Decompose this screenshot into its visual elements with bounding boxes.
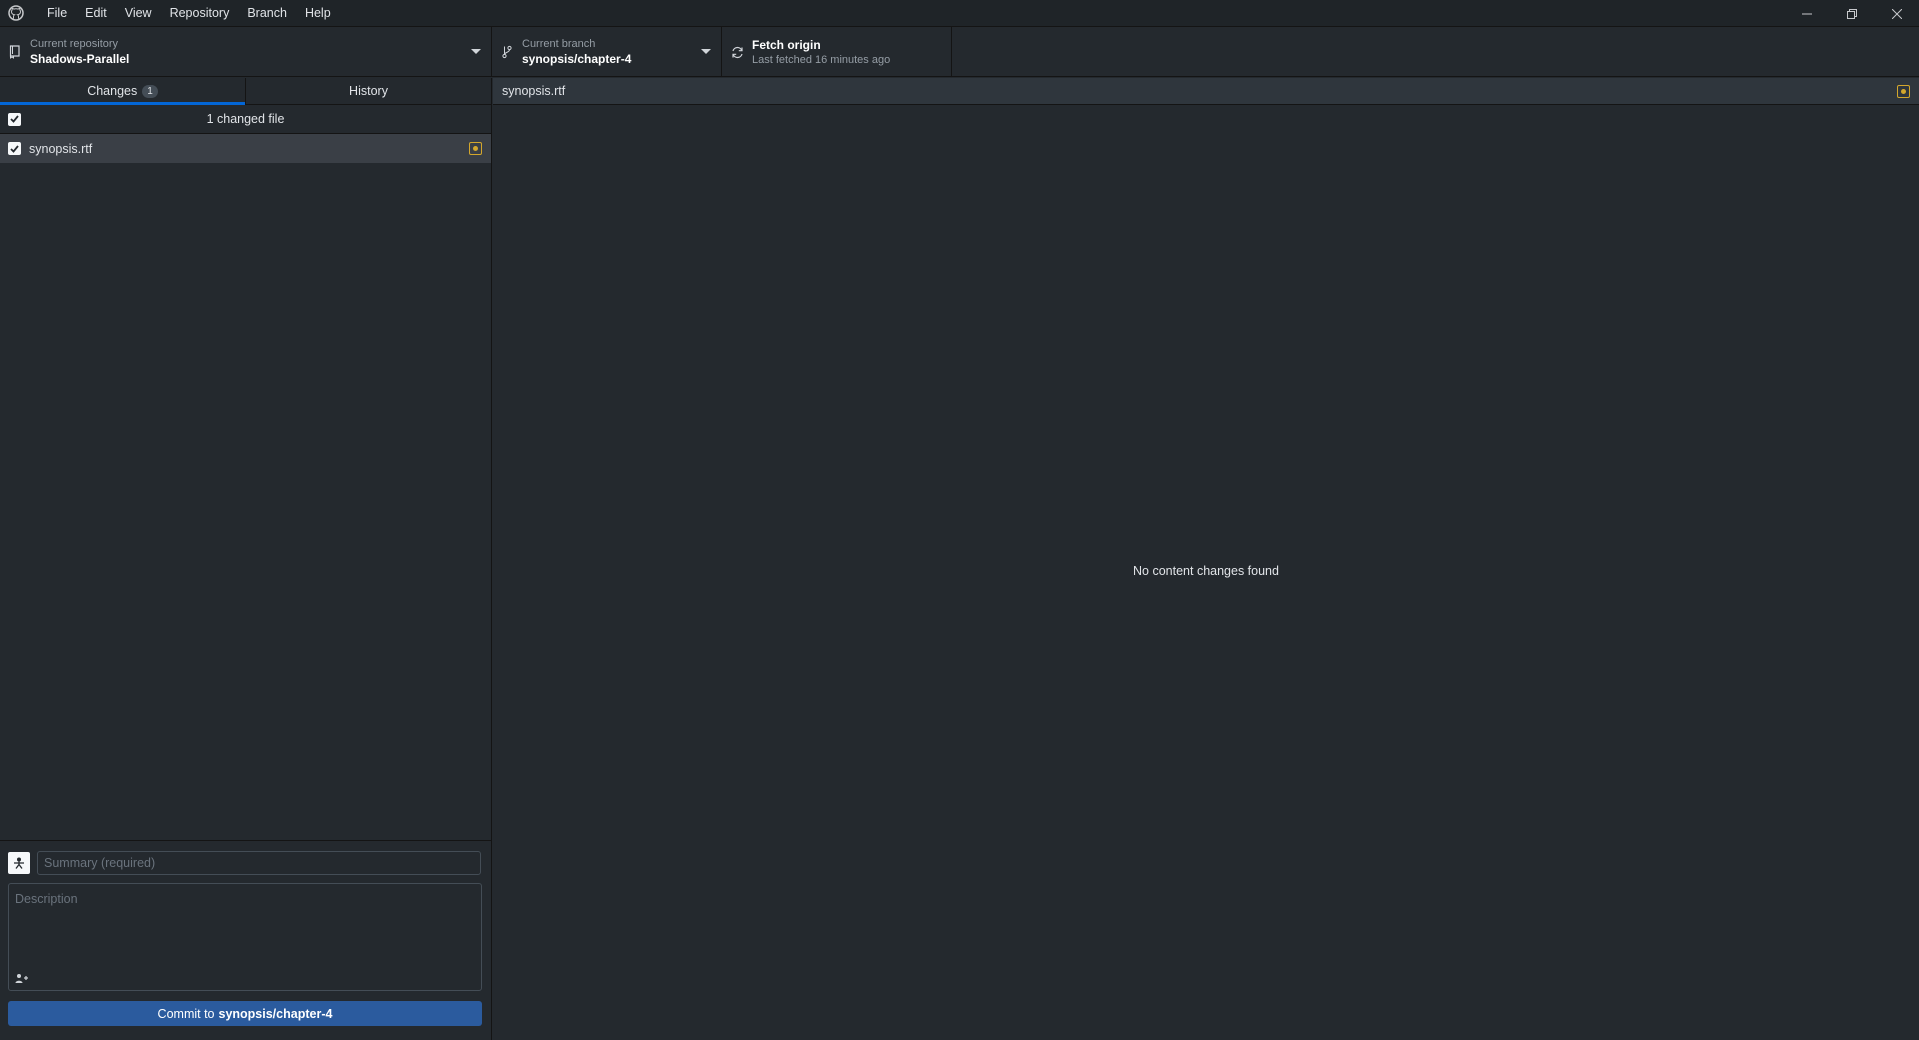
- restore-icon: [1846, 8, 1857, 19]
- commit-form: Summary (required) Description Commit to…: [0, 840, 491, 1040]
- title-bar: File Edit View Repository Branch Help: [0, 0, 1919, 27]
- current-branch-button[interactable]: Current branch synopsis/chapter-4: [492, 27, 722, 77]
- tab-history[interactable]: History: [245, 78, 491, 104]
- fetch-text: Fetch origin Last fetched 16 minutes ago: [752, 37, 890, 67]
- restore-button[interactable]: [1829, 0, 1874, 27]
- repo-icon: [8, 45, 22, 59]
- menu-repository[interactable]: Repository: [161, 0, 239, 27]
- diff-panel: synopsis.rtf No content changes found: [493, 78, 1919, 1040]
- menu-edit[interactable]: Edit: [76, 0, 116, 27]
- commit-button[interactable]: Commit to synopsis/chapter-4: [8, 1001, 482, 1026]
- repo-text: Current repository Shadows-Parallel: [30, 37, 129, 67]
- fetch-origin-button[interactable]: Fetch origin Last fetched 16 minutes ago: [722, 27, 952, 77]
- avatar: [8, 852, 30, 874]
- tab-changes[interactable]: Changes 1: [0, 78, 245, 105]
- fetch-subtitle: Last fetched 16 minutes ago: [752, 54, 891, 66]
- branch-label: Current branch: [522, 38, 596, 50]
- branch-text: Current branch synopsis/chapter-4: [522, 37, 631, 67]
- github-logo-icon: [8, 5, 24, 21]
- commit-description-input[interactable]: Description: [8, 883, 482, 991]
- user-avatar-icon: [14, 857, 24, 869]
- menu-file[interactable]: File: [38, 0, 76, 27]
- modified-status-icon: [1897, 85, 1910, 98]
- app-window: File Edit View Repository Branch Help Cu…: [0, 0, 1919, 1040]
- changes-count-badge: 1: [142, 84, 158, 98]
- changes-sidebar: Changes 1 History 1 changed file synopsi…: [0, 78, 492, 1040]
- sidebar-tabs: Changes 1 History: [0, 78, 491, 105]
- branch-icon: [500, 45, 514, 59]
- modified-status-icon: [469, 142, 482, 155]
- file-list-item[interactable]: synopsis.rtf: [0, 134, 491, 163]
- tab-history-label: History: [349, 84, 388, 98]
- close-button[interactable]: [1874, 0, 1919, 27]
- tab-changes-label: Changes: [87, 84, 138, 98]
- add-coauthor-icon[interactable]: [15, 972, 29, 984]
- no-changes-message: No content changes found: [1133, 564, 1279, 578]
- branch-caret-icon: [701, 49, 711, 54]
- menu-view[interactable]: View: [116, 0, 161, 27]
- menu-help[interactable]: Help: [296, 0, 340, 27]
- commit-summary-input[interactable]: Summary (required): [37, 851, 481, 875]
- file-include-checkbox[interactable]: [8, 142, 21, 155]
- changes-list-header: 1 changed file: [0, 105, 491, 134]
- branch-name: synopsis/chapter-4: [522, 52, 632, 66]
- commit-button-branch: synopsis/chapter-4: [218, 1006, 333, 1021]
- repo-name: Shadows-Parallel: [30, 52, 130, 66]
- file-name: synopsis.rtf: [29, 141, 93, 156]
- minimize-icon: [1801, 13, 1812, 14]
- repo-label: Current repository: [30, 38, 119, 50]
- checkmark-icon: [10, 144, 19, 153]
- minimize-button[interactable]: [1784, 0, 1829, 27]
- current-repository-button[interactable]: Current repository Shadows-Parallel: [0, 27, 492, 77]
- window-controls: [1784, 0, 1919, 27]
- changed-files-count: 1 changed file: [206, 112, 285, 126]
- repo-caret-icon: [471, 49, 481, 54]
- summary-row: Summary (required): [8, 851, 481, 875]
- diff-header: synopsis.rtf: [493, 78, 1919, 105]
- toolbar: Current repository Shadows-Parallel Curr…: [0, 27, 1919, 77]
- description-placeholder: Description: [15, 892, 78, 906]
- close-icon: [1891, 8, 1902, 19]
- diff-file-name: synopsis.rtf: [502, 84, 566, 98]
- fetch-label: Fetch origin: [752, 38, 821, 52]
- sync-icon: [730, 45, 744, 59]
- commit-button-prefix: Commit to: [157, 1006, 215, 1021]
- menu-branch[interactable]: Branch: [238, 0, 296, 27]
